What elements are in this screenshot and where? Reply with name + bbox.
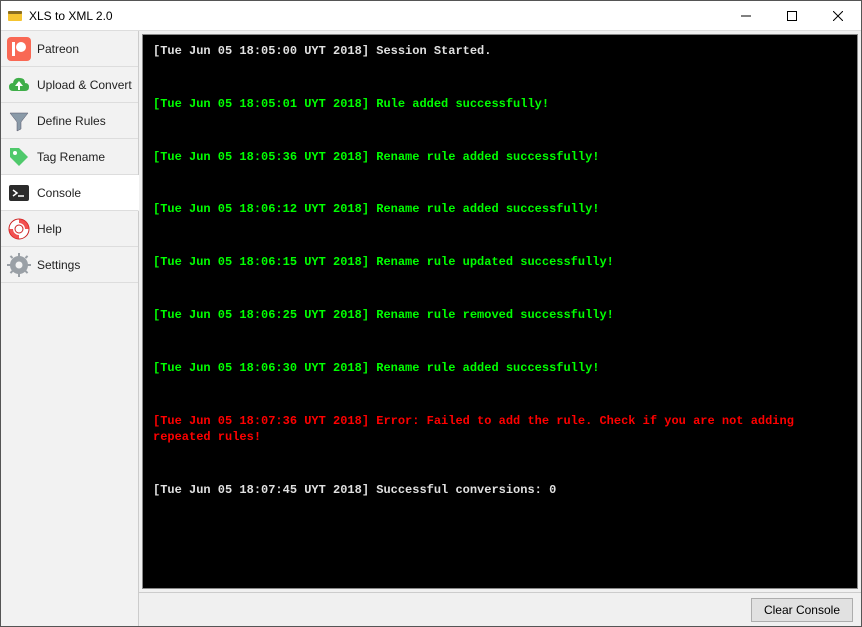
log-line: [Tue Jun 05 18:06:30 UYT 2018] Rename ru… bbox=[153, 360, 847, 377]
patreon-icon bbox=[7, 37, 31, 61]
sidebar-item-label: Settings bbox=[37, 258, 80, 272]
window-title: XLS to XML 2.0 bbox=[29, 9, 723, 23]
sidebar-item-label: Tag Rename bbox=[37, 150, 105, 164]
window-controls bbox=[723, 1, 861, 30]
lifebuoy-icon bbox=[7, 217, 31, 241]
sidebar-item-upload[interactable]: Upload & Convert bbox=[1, 67, 138, 103]
footer: Clear Console bbox=[139, 592, 861, 626]
console-output[interactable]: [Tue Jun 05 18:05:00 UYT 2018] Session S… bbox=[142, 34, 858, 589]
sidebar-item-label: Define Rules bbox=[37, 114, 106, 128]
sidebar-item-label: Help bbox=[37, 222, 62, 236]
log-line: [Tue Jun 05 18:05:36 UYT 2018] Rename ru… bbox=[153, 149, 847, 166]
sidebar-item-define-rules[interactable]: Define Rules bbox=[1, 103, 138, 139]
sidebar-item-label: Patreon bbox=[37, 42, 79, 56]
tag-icon bbox=[7, 145, 31, 169]
gear-icon bbox=[7, 253, 31, 277]
clear-console-button[interactable]: Clear Console bbox=[751, 598, 853, 622]
close-button[interactable] bbox=[815, 1, 861, 30]
minimize-button[interactable] bbox=[723, 1, 769, 30]
sidebar-item-label: Upload & Convert bbox=[37, 78, 132, 92]
log-line: [Tue Jun 05 18:06:12 UYT 2018] Rename ru… bbox=[153, 201, 847, 218]
sidebar-item-tag-rename[interactable]: Tag Rename bbox=[1, 139, 138, 175]
sidebar-item-help[interactable]: Help bbox=[1, 211, 138, 247]
console-icon bbox=[7, 181, 31, 205]
main-panel: [Tue Jun 05 18:05:00 UYT 2018] Session S… bbox=[139, 31, 861, 626]
titlebar: XLS to XML 2.0 bbox=[1, 1, 861, 31]
log-line: [Tue Jun 05 18:07:45 UYT 2018] Successfu… bbox=[153, 482, 847, 499]
log-line: [Tue Jun 05 18:05:00 UYT 2018] Session S… bbox=[153, 43, 847, 60]
upload-icon bbox=[7, 73, 31, 97]
funnel-icon bbox=[7, 109, 31, 133]
log-line: [Tue Jun 05 18:06:15 UYT 2018] Rename ru… bbox=[153, 254, 847, 271]
body-area: Patreon Upload & Convert Define Rules bbox=[1, 31, 861, 626]
log-line: [Tue Jun 05 18:05:01 UYT 2018] Rule adde… bbox=[153, 96, 847, 113]
sidebar: Patreon Upload & Convert Define Rules bbox=[1, 31, 139, 626]
app-icon bbox=[7, 8, 23, 24]
sidebar-item-label: Console bbox=[37, 186, 81, 200]
sidebar-item-console[interactable]: Console bbox=[1, 175, 139, 211]
sidebar-item-patreon[interactable]: Patreon bbox=[1, 31, 138, 67]
sidebar-item-settings[interactable]: Settings bbox=[1, 247, 138, 283]
log-line: [Tue Jun 05 18:06:25 UYT 2018] Rename ru… bbox=[153, 307, 847, 324]
maximize-button[interactable] bbox=[769, 1, 815, 30]
log-line: [Tue Jun 05 18:07:36 UYT 2018] Error: Fa… bbox=[153, 413, 847, 447]
